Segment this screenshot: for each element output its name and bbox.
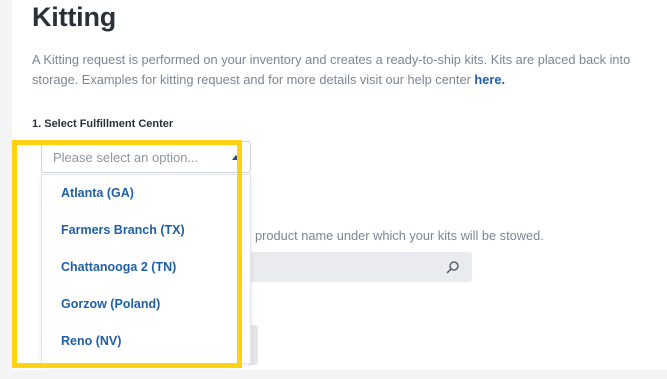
- option-chattanooga-2[interactable]: Chattanooga 2 (TN): [42, 249, 250, 286]
- description-line-2-text: storage. Examples for kitting request an…: [32, 72, 475, 87]
- search-icon: [446, 261, 459, 274]
- description-line-1: A Kitting request is performed on your i…: [32, 52, 631, 67]
- description-line-2: storage. Examples for kitting request an…: [32, 70, 667, 90]
- option-reno[interactable]: Reno (NV): [42, 323, 250, 360]
- fulfillment-center-dropdown: Atlanta (GA) Farmers Branch (TX) Chattan…: [41, 174, 251, 364]
- product-name-helper-text: product name under which your kits will …: [255, 228, 544, 243]
- step-1-label: 1. Select Fulfillment Center: [32, 118, 174, 130]
- page-description: A Kitting request is performed on your i…: [32, 50, 667, 90]
- fulfillment-center-select[interactable]: Please select an option...: [41, 141, 251, 173]
- caret-up-icon: [232, 155, 240, 160]
- page-title: Kitting: [32, 2, 117, 32]
- page-bottom-strip: [0, 370, 667, 379]
- option-atlanta[interactable]: Atlanta (GA): [42, 175, 250, 212]
- option-gorzow[interactable]: Gorzow (Poland): [42, 286, 250, 323]
- kitting-panel: Kitting A Kitting request is performed o…: [12, 0, 667, 370]
- select-placeholder: Please select an option...: [53, 150, 199, 165]
- help-center-link[interactable]: here.: [474, 72, 505, 87]
- product-name-input[interactable]: [248, 252, 472, 282]
- option-farmers-branch[interactable]: Farmers Branch (TX): [42, 212, 250, 249]
